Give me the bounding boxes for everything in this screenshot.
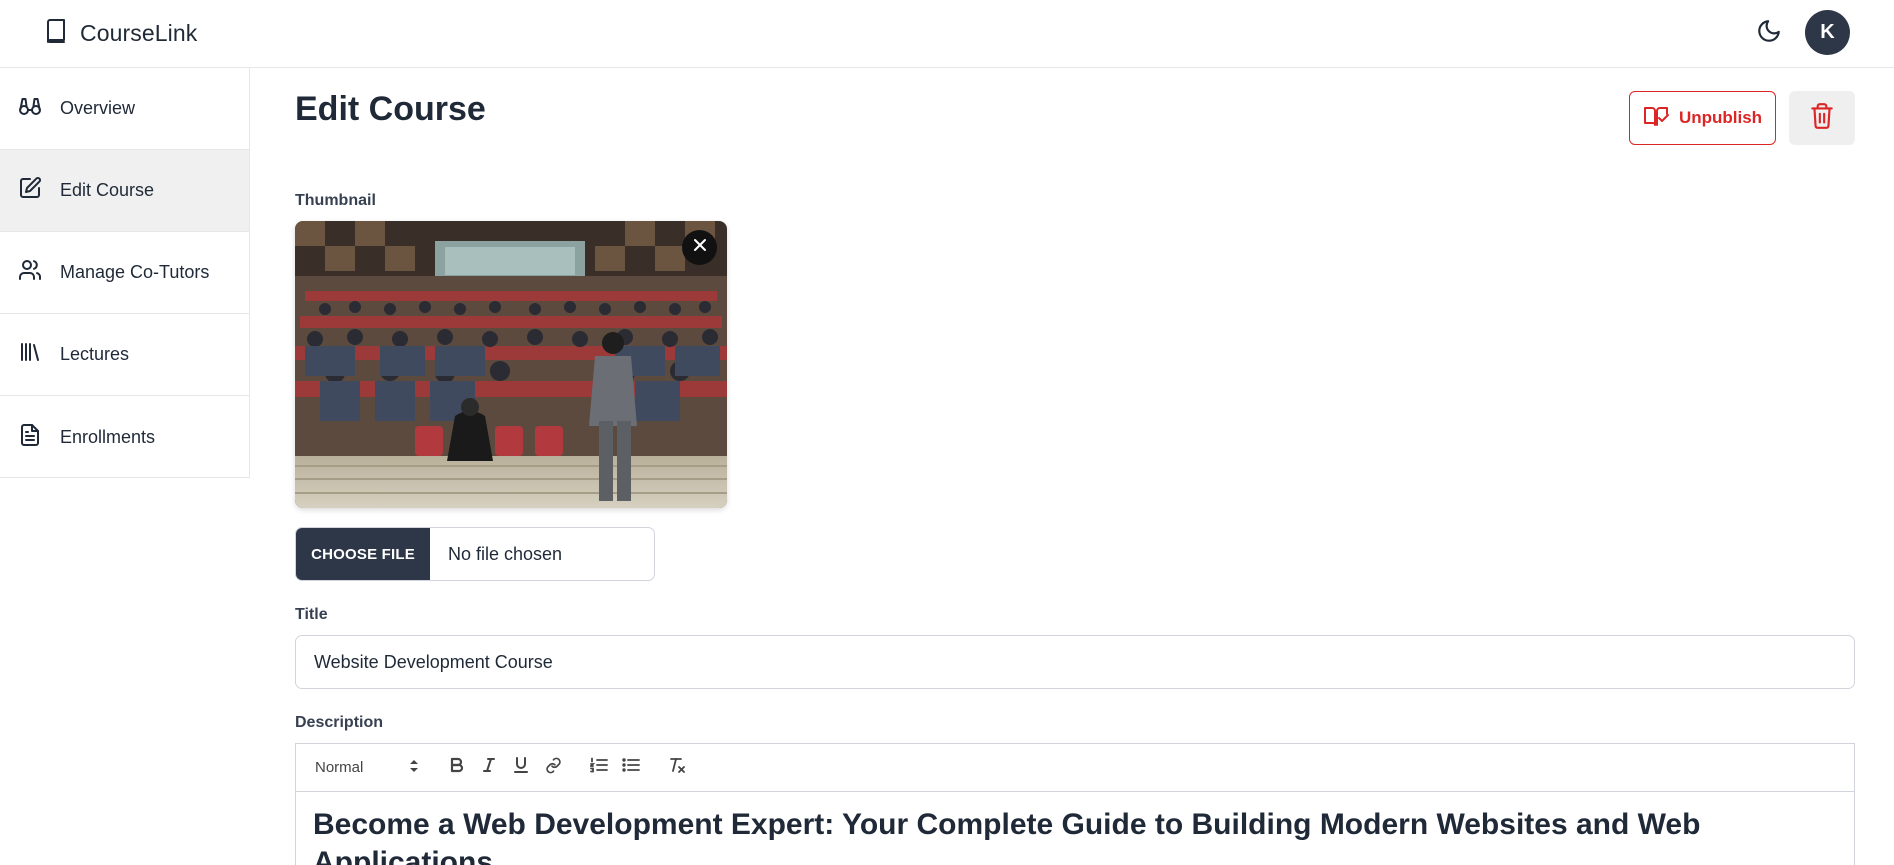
italic-icon	[483, 757, 495, 778]
remove-thumbnail-button[interactable]	[682, 230, 717, 265]
unpublish-button[interactable]: Unpublish	[1629, 91, 1776, 145]
delete-course-button[interactable]	[1789, 91, 1855, 145]
underline-icon	[514, 756, 528, 779]
underline-button[interactable]	[505, 754, 537, 782]
italic-button[interactable]	[473, 754, 505, 782]
select-arrows-icon	[409, 759, 419, 777]
book-check-icon	[1643, 105, 1669, 132]
description-heading: Become a Web Development Expert: Your Co…	[313, 808, 1701, 865]
thumbnail-label: Thumbnail	[295, 192, 376, 209]
sidebar-item-label: Lectures	[60, 344, 130, 364]
thumbnail-image	[295, 221, 727, 508]
sidebar-item-enrollments[interactable]: Enrollments	[0, 396, 249, 478]
description-label: Description	[295, 714, 384, 731]
document-icon	[18, 423, 42, 452]
editor-toolbar: Normal	[296, 744, 1854, 792]
sidebar-item-overview[interactable]: Overview	[0, 68, 249, 150]
close-icon	[693, 238, 707, 257]
library-icon	[18, 340, 42, 369]
bold-button[interactable]	[441, 754, 473, 782]
bullet-list-icon	[622, 757, 640, 778]
page-title: Edit Course	[295, 90, 486, 128]
moon-icon	[1756, 18, 1782, 49]
format-select[interactable]: Normal	[315, 759, 427, 777]
ordered-list-icon	[588, 757, 608, 778]
app-name: CourseLink	[80, 19, 198, 46]
file-status: No file chosen	[448, 543, 563, 564]
sidebar-item-label: Edit Course	[60, 180, 155, 200]
link-button[interactable]	[537, 754, 569, 782]
brand[interactable]: CourseLink	[44, 16, 197, 50]
book-icon	[44, 18, 68, 49]
sidebar-item-edit-course[interactable]: Edit Course	[0, 150, 249, 232]
clear-format-button[interactable]	[661, 754, 693, 782]
binoculars-icon	[18, 94, 42, 123]
avatar[interactable]: K	[1805, 10, 1850, 55]
top-bar: CourseLink K	[0, 0, 1894, 68]
choose-file-button[interactable]: CHOOSE FILE	[296, 528, 430, 580]
trash-icon	[1809, 102, 1835, 135]
thumbnail-file-input[interactable]: CHOOSE FILE No file chosen	[295, 527, 655, 581]
sidebar: Overview Edit Course Manage Co-Tutors Le…	[0, 68, 250, 478]
sidebar-item-label: Overview	[60, 98, 136, 118]
sidebar-item-label: Enrollments	[60, 426, 156, 447]
editor-content[interactable]: Become a Web Development Expert: Your Co…	[296, 792, 1854, 865]
link-icon	[545, 757, 562, 779]
users-icon	[18, 258, 42, 287]
sidebar-item-label: Manage Co-Tutors	[60, 262, 210, 282]
sidebar-item-lectures[interactable]: Lectures	[0, 314, 249, 396]
clear-format-icon	[668, 757, 686, 779]
format-select-value: Normal	[315, 759, 364, 776]
theme-toggle-button[interactable]	[1752, 16, 1786, 50]
bold-icon	[450, 757, 464, 778]
bullet-list-button[interactable]	[615, 754, 647, 782]
ordered-list-button[interactable]	[583, 754, 615, 782]
title-label: Title	[295, 606, 328, 623]
sidebar-item-manage-co-tutors[interactable]: Manage Co-Tutors	[0, 232, 249, 314]
unpublish-label: Unpublish	[1678, 108, 1763, 127]
edit-icon	[18, 176, 42, 205]
title-input[interactable]	[295, 635, 1855, 689]
description-editor: Normal Become a Web Development Expert: …	[295, 743, 1855, 865]
